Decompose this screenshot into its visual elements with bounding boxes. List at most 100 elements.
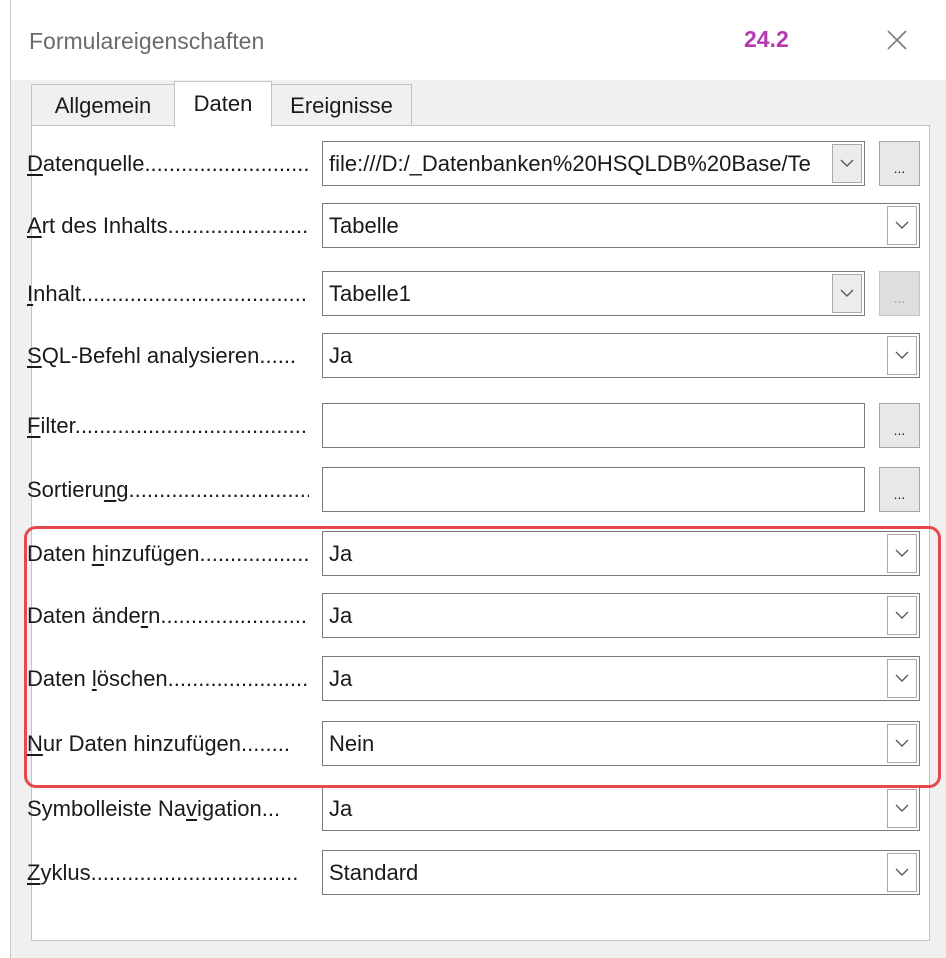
label-accelerator: n [104, 477, 117, 502]
label-accelerator: h [91, 541, 105, 566]
label-accelerator: A [27, 213, 42, 238]
label-text: öschen [96, 666, 168, 691]
property-label: Filter..................................… [27, 411, 309, 441]
property-label: Daten hinzufügen.................. [27, 539, 309, 569]
property-label: Inhalt..................................… [27, 279, 309, 309]
close-icon[interactable] [879, 22, 915, 58]
window-title: Formulareigenschaften [29, 28, 265, 54]
label-accelerator: S [27, 343, 42, 368]
tab-label: Daten [193, 91, 253, 116]
chevron-down-icon[interactable] [887, 206, 917, 245]
label-text: rt des Inhalts [41, 213, 168, 238]
label-dots: ........................................ [74, 413, 309, 438]
label-text: Daten [27, 541, 92, 566]
property-dropdown[interactable]: file:///D:/_Datenbanken%20HSQLDB%20Base/… [322, 141, 865, 186]
browse-button[interactable]: ... [879, 271, 920, 316]
label-dots: .................. [199, 541, 310, 566]
label-dots: ........ [241, 731, 290, 756]
tab-bar: Allgemein Daten Ereignisse [31, 81, 931, 127]
label-text: Daten ände [27, 603, 141, 628]
field-value: Ja [329, 796, 353, 821]
label-dots: .................................. [128, 477, 309, 502]
title-bar: Formulareigenschaften 24.2 [11, 0, 946, 80]
chevron-down-icon[interactable] [887, 659, 917, 698]
tab-allgemein[interactable]: Allgemein [31, 84, 175, 126]
label-dots: ......................... [167, 213, 309, 238]
chevron-down-icon[interactable] [832, 144, 862, 183]
property-input[interactable] [322, 403, 865, 448]
label-accelerator: Z [27, 860, 41, 885]
label-accelerator: v [185, 796, 197, 821]
label-text: QL-Befehl analysieren [41, 343, 260, 368]
label-dots: ...................................... [80, 281, 309, 306]
chevron-down-icon[interactable] [887, 789, 917, 828]
field-value [329, 468, 828, 511]
label-dots: ... [261, 796, 281, 821]
property-input[interactable] [322, 467, 865, 512]
chevron-down-icon[interactable] [887, 534, 917, 573]
property-dropdown[interactable]: Ja [322, 656, 920, 701]
chevron-down-icon[interactable] [887, 336, 917, 375]
browse-button-label: ... [893, 290, 906, 306]
property-label: Datenquelle.............................… [27, 149, 309, 179]
label-text: ilter [40, 413, 75, 438]
field-value: file:///D:/_Datenbanken%20HSQLDB%20Base/… [329, 151, 811, 176]
browse-button-label: ... [893, 486, 906, 502]
property-label: SQL-Befehl analysieren...... [27, 341, 309, 371]
chevron-down-icon[interactable] [887, 724, 917, 763]
browse-button[interactable]: ... [879, 403, 920, 448]
chevron-down-icon[interactable] [887, 853, 917, 892]
property-dropdown[interactable]: Tabelle1 [322, 271, 865, 316]
label-text: Sortieru [27, 477, 105, 502]
property-dropdown[interactable]: Standard [322, 850, 920, 895]
property-dropdown[interactable]: Ja [322, 333, 920, 378]
browse-button[interactable]: ... [879, 467, 920, 512]
field-value: Ja [329, 343, 353, 368]
tab-ereignisse[interactable]: Ereignisse [271, 84, 412, 126]
label-text: g [116, 477, 129, 502]
field-value: Tabelle [329, 213, 399, 238]
label-text: yklus [40, 860, 91, 885]
field-value: Standard [329, 860, 419, 885]
property-label: Sortierung..............................… [27, 475, 309, 505]
chevron-down-icon[interactable] [832, 274, 862, 313]
label-text: atenquelle [42, 151, 145, 176]
version-label: 24.2 [744, 26, 789, 52]
field-value: Ja [329, 541, 353, 566]
property-dropdown[interactable]: Nein [322, 721, 920, 766]
field-value: Tabelle1 [329, 281, 411, 306]
field-value [329, 404, 828, 447]
field-value: Nein [329, 731, 375, 756]
label-dots: ............................... [144, 151, 309, 176]
label-text: Symbolleiste Na [27, 796, 186, 821]
property-label: Zyklus.................................. [27, 858, 309, 888]
tab-label: Ereignisse [290, 93, 393, 118]
label-accelerator: F [27, 413, 41, 438]
property-label: Daten löschen......................... [27, 664, 309, 694]
label-accelerator: N [27, 731, 43, 756]
label-dots: ........................... [160, 603, 309, 628]
label-dots: .................................. [90, 860, 299, 885]
property-dropdown[interactable]: Ja [322, 531, 920, 576]
label-text: inzufügen [104, 541, 200, 566]
browse-button[interactable]: ... [879, 141, 920, 186]
property-dropdown[interactable]: Ja [322, 786, 920, 831]
tab-label: Allgemein [54, 93, 152, 118]
property-dropdown[interactable]: Ja [322, 593, 920, 638]
label-accelerator: D [27, 151, 43, 176]
label-text: ur Daten hinzufügen [42, 731, 242, 756]
property-label: Nur Daten hinzufügen........ [27, 729, 309, 759]
label-text: igation [196, 796, 262, 821]
field-value: Ja [329, 603, 353, 628]
property-label: Symbolleiste Navigation... [27, 794, 309, 824]
background-edge [0, 0, 10, 958]
chevron-down-icon[interactable] [887, 596, 917, 635]
label-text: n [148, 603, 161, 628]
property-label: Daten ändern........................... [27, 601, 309, 631]
field-value: Ja [329, 666, 353, 691]
browse-button-label: ... [893, 422, 906, 438]
label-accelerator: r [140, 603, 149, 628]
tab-daten[interactable]: Daten [174, 81, 272, 127]
label-dots: ......................... [167, 666, 309, 691]
property-dropdown[interactable]: Tabelle [322, 203, 920, 248]
